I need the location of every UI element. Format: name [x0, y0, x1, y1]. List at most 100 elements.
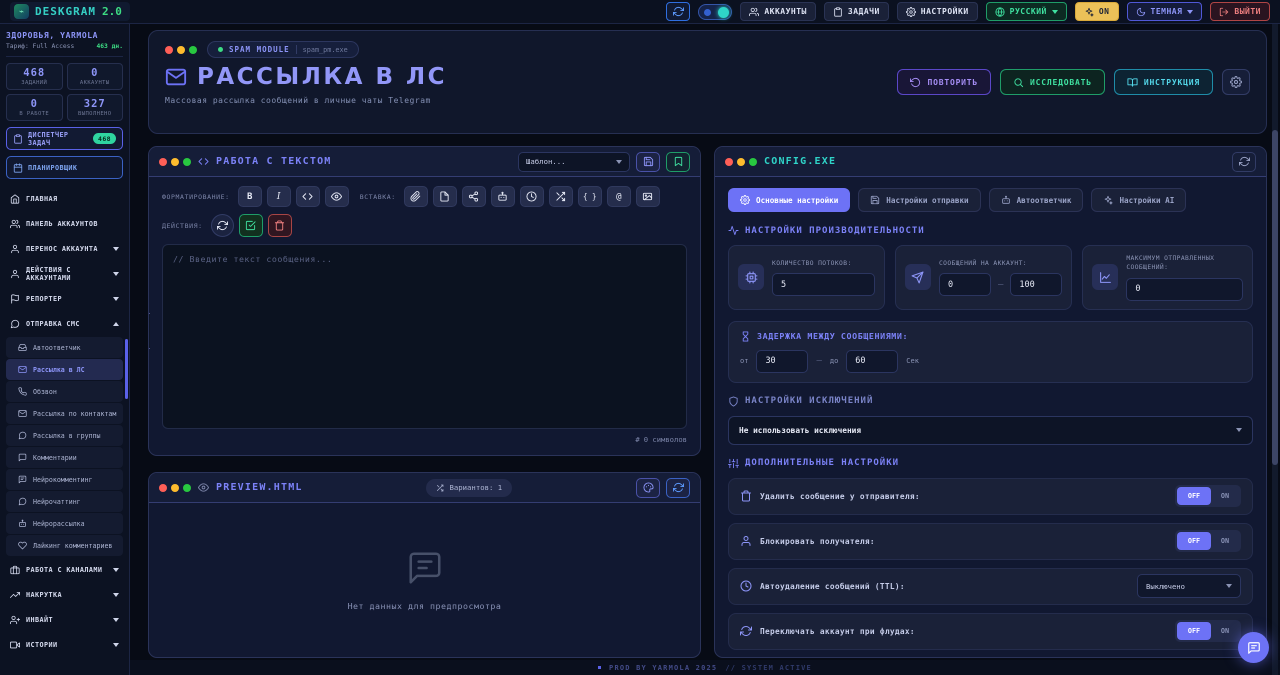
exceptions-select[interactable]: Не использовать исключения: [728, 416, 1253, 445]
save-template-button[interactable]: [636, 152, 660, 172]
sidebar-item-account-actions[interactable]: ДЕЙСТВИЯ С АККАУНТАМИ: [6, 261, 123, 286]
language-dropdown[interactable]: РУССКИЙ: [986, 2, 1067, 21]
sidebar-item-account-transfer[interactable]: ПЕРЕНОС АККАУНТА: [6, 236, 123, 261]
task-dispatcher-button[interactable]: ДИСПЕТЧЕР ЗАДАЧ 468: [6, 127, 123, 150]
tab-ai-settings[interactable]: Настройки AI: [1091, 188, 1186, 212]
support-chat-button[interactable]: [1238, 632, 1269, 663]
ai-toggle-button[interactable]: ON: [1075, 2, 1119, 21]
sidebar-item-comments[interactable]: Комментарии: [6, 447, 123, 468]
sidebar-item-invite[interactable]: ИНВАЙТ: [6, 607, 123, 632]
switch-account-toggle[interactable]: OFF ON: [1175, 620, 1241, 642]
insert-bot-button[interactable]: [491, 186, 515, 207]
delay-from-input[interactable]: 30: [756, 350, 808, 373]
bold-button[interactable]: B: [238, 186, 262, 207]
logout-button[interactable]: ВЫЙТИ: [1210, 2, 1270, 21]
ttl-select[interactable]: Выключено: [1137, 574, 1241, 598]
insert-media-button[interactable]: [636, 186, 660, 207]
trash-icon: [274, 220, 285, 231]
per-account-min-input[interactable]: 0: [939, 273, 991, 296]
sidebar-item-sms-sending[interactable]: ОТПРАВКА СМС: [6, 311, 123, 336]
refresh-button[interactable]: [666, 2, 690, 21]
page-scrollbar-thumb[interactable]: [1272, 130, 1278, 465]
bookmark-button[interactable]: [666, 152, 690, 172]
config-panel: CONFIG.EXE Основные настройки: [714, 146, 1267, 658]
settings-button[interactable]: НАСТРОЙКИ: [897, 2, 978, 21]
theme-dropdown[interactable]: ТЕМНАЯ: [1127, 2, 1203, 21]
sidebar-item-calls[interactable]: Обзвон: [6, 381, 123, 402]
chevron-down-icon: [113, 643, 119, 647]
sidebar-item-channels[interactable]: РАБОТА С КАНАЛАМИ: [6, 557, 123, 582]
research-button[interactable]: ИССЛЕДОВАТЬ: [1000, 69, 1105, 95]
sidebar-item-contact-mailing[interactable]: Рассылка по контактам: [6, 403, 123, 424]
template-select[interactable]: Шаблон...: [518, 152, 630, 172]
brand-name: DESKGRAM: [35, 5, 96, 18]
manual-button[interactable]: ИНСТРУКЦИЯ: [1114, 69, 1213, 95]
calendar-icon: [13, 163, 23, 173]
delay-to-input[interactable]: 60: [846, 350, 898, 373]
sidebar-item-boosting[interactable]: НАКРУТКА: [6, 582, 123, 607]
text-panel-header: РАБОТА С ТЕКСТОМ Шаблон...: [149, 147, 700, 177]
per-account-max-input[interactable]: 100: [1010, 273, 1062, 296]
cpu-icon: [738, 264, 764, 290]
italic-button[interactable]: I: [267, 186, 291, 207]
empty-message: Нет данных для предпросмотра: [348, 601, 502, 611]
insert-link-button[interactable]: [404, 186, 428, 207]
sidebar-item-neuromailing[interactable]: Нейрорассылка: [6, 513, 123, 534]
users-icon: [10, 219, 20, 229]
refresh-text-button[interactable]: [211, 214, 234, 237]
max-sent-input[interactable]: 0: [1126, 278, 1243, 301]
theme-preview-button[interactable]: [636, 478, 660, 498]
insert-file-button[interactable]: [433, 186, 457, 207]
save-icon: [870, 195, 880, 205]
insert-time-button[interactable]: [520, 186, 544, 207]
delete-message-toggle[interactable]: OFF ON: [1175, 485, 1241, 507]
accounts-button[interactable]: АККАУНТЫ: [740, 2, 816, 21]
robot-icon: [497, 191, 508, 202]
sidebar-item-group-mailing[interactable]: Рассылка в группы: [6, 425, 123, 446]
sidebar-item-comment-liking[interactable]: Лайкинг комментариев: [6, 535, 123, 556]
robot-icon: [18, 519, 27, 528]
threads-input[interactable]: 5: [772, 273, 875, 296]
sidebar-item-neurochatting[interactable]: Нейрочаттинг: [6, 491, 123, 512]
sidebar-scrollbar[interactable]: [125, 339, 128, 399]
insert-variable-button[interactable]: { }: [578, 186, 602, 207]
insert-mention-button[interactable]: @: [607, 186, 631, 207]
repeat-button[interactable]: ПОВТОРИТЬ: [897, 69, 991, 95]
spoiler-button[interactable]: [325, 186, 349, 207]
refresh-config-button[interactable]: [1232, 152, 1256, 172]
theme-toggle[interactable]: [698, 4, 732, 20]
sidebar-item-stories[interactable]: ИСТОРИИ: [6, 632, 123, 657]
paperclip-icon: [410, 191, 421, 202]
setting-row-delete-message: Удалить сообщение у отправителя: OFF ON: [728, 478, 1253, 515]
planner-button[interactable]: ПЛАНИРОВЩИК: [6, 156, 123, 179]
tab-autoresponder[interactable]: Автоответчик: [989, 188, 1084, 212]
sidebar-item-reporter[interactable]: РЕПОРТЕР: [6, 286, 123, 311]
validate-button[interactable]: [239, 214, 263, 237]
sidebar-item-dm-mailing[interactable]: Рассылка в ЛС: [6, 359, 123, 380]
tasks-button[interactable]: ЗАДАЧИ: [824, 2, 889, 21]
clear-text-button[interactable]: [268, 214, 292, 237]
refresh-preview-button[interactable]: [666, 478, 690, 498]
sidebar-item-home[interactable]: ГЛАВНАЯ: [6, 186, 123, 211]
file-icon: [439, 191, 450, 202]
sidebar-item-accounts-panel[interactable]: ПАНЕЛЬ АККАУНТОВ: [6, 211, 123, 236]
collapse-handle[interactable]: ‹: [148, 313, 150, 349]
user-icon: [740, 535, 752, 547]
brand-version: 2.0: [102, 5, 122, 18]
code-button[interactable]: [296, 186, 320, 207]
additional-section-title: ДОПОЛНИТЕЛЬНЫЕ НАСТРОЙКИ: [728, 458, 1253, 469]
block-recipient-toggle[interactable]: OFF ON: [1175, 530, 1241, 552]
toggle-knob: [718, 7, 729, 18]
shield-icon: [728, 396, 739, 407]
image-card-icon: [642, 191, 653, 202]
sidebar-item-neurocommenting[interactable]: Нейрокомментинг: [6, 469, 123, 490]
insert-shuffle-button[interactable]: [549, 186, 573, 207]
sidebar-item-autoresponder[interactable]: Автоответчик: [6, 337, 123, 358]
trending-up-icon: [10, 590, 20, 600]
header-settings-button[interactable]: [1222, 69, 1250, 95]
tab-sending-settings[interactable]: Настройки отправки: [858, 188, 980, 212]
message-text-input[interactable]: [162, 244, 687, 429]
divider: [6, 56, 123, 57]
insert-share-button[interactable]: [462, 186, 486, 207]
tab-main-settings[interactable]: Основные настройки: [728, 188, 850, 212]
